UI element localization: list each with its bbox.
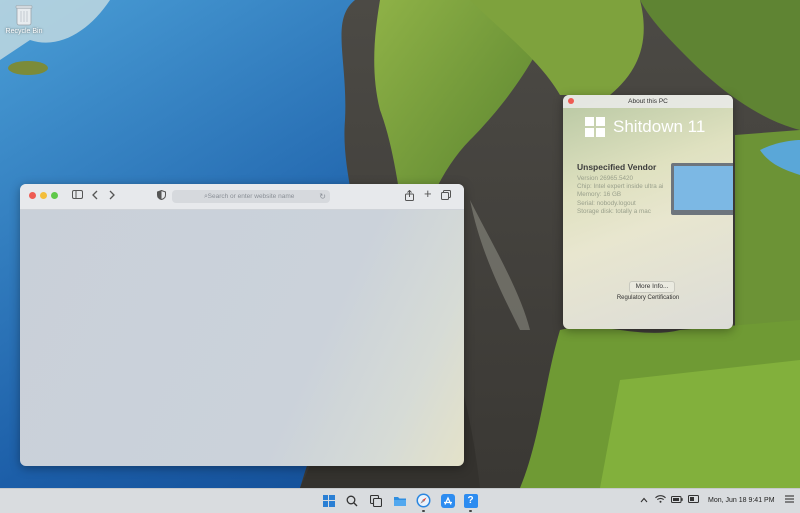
clock[interactable]: Mon, Jun 18 9:41 PM (708, 489, 775, 513)
maximize-button[interactable] (51, 192, 58, 199)
new-tab-icon[interactable]: + (424, 187, 432, 200)
sidebar-toggle-icon[interactable] (72, 190, 83, 203)
tab-overview-icon[interactable] (441, 190, 451, 204)
forward-icon[interactable] (109, 190, 115, 204)
recycle-bin[interactable]: Recycle Bin (4, 4, 44, 35)
compass-icon (416, 493, 431, 508)
address-bar[interactable]: ⌕ Search or enter website name ↻ (172, 190, 330, 203)
spec-memory: Memory: 16 GB (577, 191, 622, 199)
display-icon[interactable] (688, 489, 699, 513)
recycle-bin-label: Recycle Bin (5, 28, 43, 35)
help-icon: ? (463, 493, 478, 508)
files-button[interactable] (391, 492, 408, 509)
display-illustration (671, 163, 733, 215)
more-info-button[interactable]: More Info... (629, 281, 675, 293)
wifi-icon[interactable] (655, 489, 666, 513)
battery-icon[interactable] (671, 489, 683, 513)
back-icon[interactable] (92, 190, 98, 204)
regulatory-certification-link[interactable]: Regulatory Certification (563, 295, 733, 301)
search-button[interactable] (343, 492, 360, 509)
recycle-bin-icon (15, 4, 33, 26)
spec-version: Version 26965.5420 (577, 175, 634, 182)
browser-window: ⌕ Search or enter website name ↻ + (20, 184, 464, 466)
close-button[interactable] (568, 98, 574, 104)
close-button[interactable] (29, 192, 36, 199)
task-view-button[interactable] (367, 492, 384, 509)
browser-content[interactable] (20, 210, 464, 466)
reload-icon[interactable]: ↻ (319, 190, 326, 203)
folder-icon (393, 496, 406, 506)
spec-storage: Storage disk: totally a mac (577, 207, 651, 215)
show-hidden-icons-icon[interactable] (640, 489, 648, 513)
windows-logo-icon (585, 117, 605, 137)
spec-serial: Serial: nobody.logout (577, 199, 636, 207)
spec-list: Version 26965.5420 Chip: Intel expert in… (577, 175, 663, 216)
address-bar-placeholder: Search or enter website name (207, 193, 295, 200)
taskbar: ? Mon, Jun 18 9:41 PM (0, 488, 800, 513)
browser-button[interactable] (415, 492, 432, 509)
help-button[interactable]: ? (462, 492, 479, 509)
spec-chip: Chip: Intel expert inside ultra ai (577, 183, 664, 191)
task-view-icon (369, 494, 382, 507)
window-title: About this PC (628, 98, 668, 105)
menu-icon[interactable] (785, 489, 794, 513)
os-name: Shitdown 11 (613, 117, 706, 136)
app-store-icon (440, 493, 455, 508)
about-titlebar: About this PC (563, 95, 733, 108)
about-window: About this PC Shitdown 11 Unspecified Ve… (563, 95, 733, 329)
browser-toolbar: ⌕ Search or enter website name ↻ + (20, 184, 464, 210)
windows-logo-icon (322, 494, 335, 507)
share-icon[interactable] (405, 189, 414, 205)
search-icon: ⌕ (204, 193, 208, 200)
search-icon (346, 495, 357, 506)
app-store-button[interactable] (439, 492, 456, 509)
minimize-button[interactable] (40, 192, 47, 199)
os-brand: Shitdown 11 (585, 115, 705, 139)
vendor-name: Unspecified Vendor (577, 162, 657, 172)
privacy-shield-icon[interactable] (157, 189, 166, 204)
start-button[interactable] (320, 492, 337, 509)
